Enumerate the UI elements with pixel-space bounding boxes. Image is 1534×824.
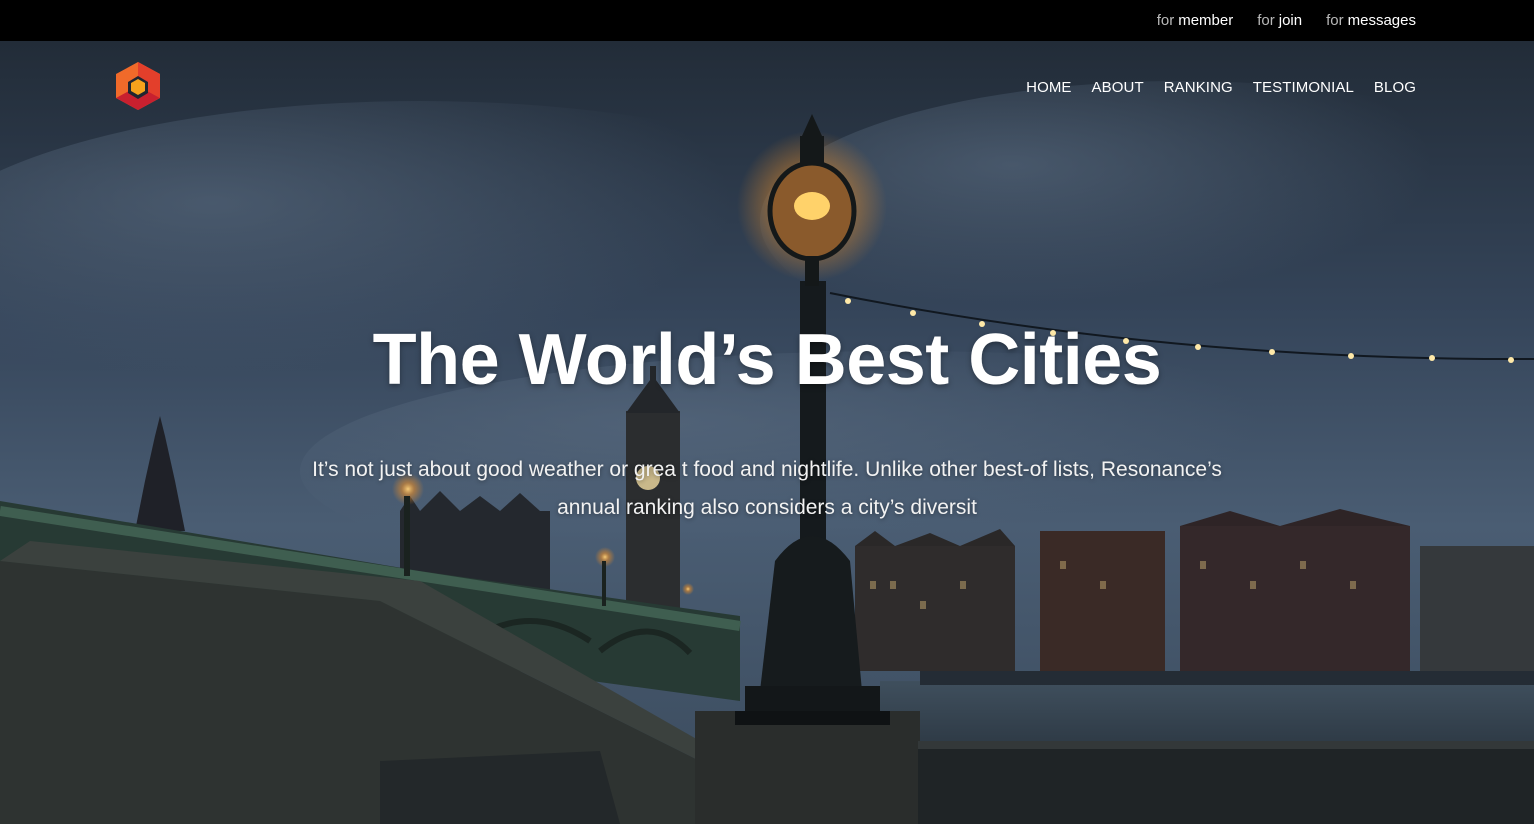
nav-testimonial[interactable]: TESTIMONIAL — [1253, 79, 1354, 96]
brand-logo[interactable] — [114, 60, 162, 112]
hero-subtitle: It’s not just about good weather or grea… — [312, 458, 1222, 519]
messages-link[interactable]: for messages — [1326, 12, 1416, 29]
join-link-prefix: for — [1257, 12, 1275, 29]
join-link[interactable]: for join — [1257, 12, 1302, 29]
messages-link-prefix: for — [1326, 12, 1344, 29]
nav-home[interactable]: HOME — [1026, 79, 1071, 96]
hero-title: The World’s Best Cities — [372, 320, 1162, 400]
messages-link-label: messages — [1347, 12, 1416, 29]
top-utility-bar: for member for join for messages — [0, 0, 1534, 42]
member-link-label: member — [1178, 12, 1234, 29]
member-link[interactable]: for member — [1157, 12, 1234, 29]
nav-ranking[interactable]: RANKING — [1164, 79, 1233, 96]
main-navigation: HOME ABOUT RANKING TESTIMONIAL BLOG — [1026, 79, 1416, 96]
top-utility-links: for member for join for messages — [1157, 12, 1416, 29]
join-link-label: join — [1278, 12, 1303, 29]
member-link-prefix: for — [1156, 12, 1175, 29]
hero-background-image — [0, 41, 1534, 824]
nav-blog[interactable]: BLOG — [1374, 79, 1416, 96]
hero-section: HOME ABOUT RANKING TESTIMONIAL BLOG The … — [0, 41, 1534, 824]
nav-about[interactable]: ABOUT — [1092, 79, 1144, 96]
